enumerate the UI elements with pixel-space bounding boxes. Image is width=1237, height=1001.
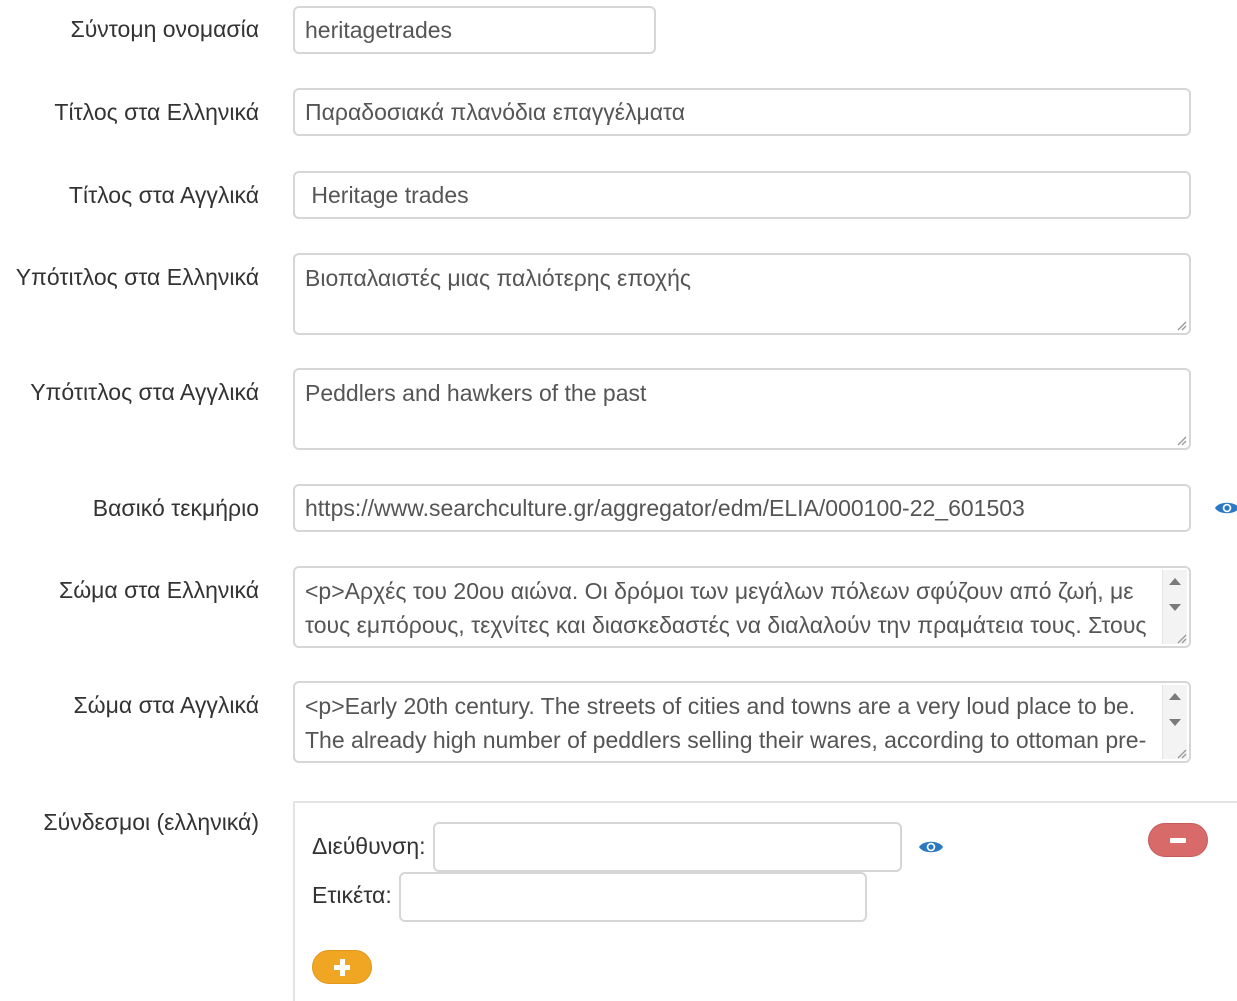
resize-handle-icon[interactable] [1175, 434, 1187, 446]
body-en-label: Σώμα στα Αγγλικά [73, 692, 259, 718]
subtitle-el-label: Υπότιτλος στα Ελληνικά [15, 264, 259, 290]
body-en-textarea[interactable]: <p>Early 20th century. The streets of ci… [293, 681, 1191, 763]
eye-icon[interactable] [918, 839, 944, 855]
link-tag-input[interactable] [399, 872, 867, 922]
scroll-up-icon[interactable] [1169, 578, 1181, 585]
link-tag-label: Ετικέτα: [312, 882, 392, 908]
body-el-text: <p>Αρχές του 20ου αιώνα. Οι δρόμοι των μ… [305, 578, 1147, 638]
resize-handle-icon[interactable] [1175, 747, 1187, 759]
short-name-input[interactable] [293, 6, 656, 54]
body-el-label: Σώμα στα Ελληνικά [58, 577, 259, 603]
title-el-input[interactable] [293, 88, 1191, 136]
subtitle-el-text: Βιοπαλαιστές μιας παλιότερης εποχής [305, 265, 691, 291]
title-el-label: Τίτλος στα Ελληνικά [54, 99, 259, 125]
minus-icon [1170, 838, 1186, 843]
main-item-label: Βασικό τεκμήριο [92, 495, 259, 521]
remove-link-button[interactable] [1148, 823, 1208, 857]
title-en-label: Τίτλος στα Αγγλικά [68, 182, 259, 208]
subtitle-en-label: Υπότιτλος στα Αγγλικά [30, 379, 259, 405]
scroll-down-icon[interactable] [1169, 719, 1181, 726]
link-address-input[interactable] [433, 822, 902, 872]
body-el-textarea[interactable]: <p>Αρχές του 20ου αιώνα. Οι δρόμοι των μ… [293, 566, 1191, 648]
short-name-label: Σύντομη ονομασία [70, 16, 259, 42]
scroll-up-icon[interactable] [1169, 693, 1181, 700]
title-en-input[interactable] [293, 171, 1191, 219]
eye-icon[interactable] [1214, 500, 1237, 516]
resize-handle-icon[interactable] [1175, 632, 1187, 644]
link-address-label: Διεύθυνση: [312, 833, 426, 859]
subtitle-en-textarea[interactable]: Peddlers and hawkers of the past [293, 368, 1191, 450]
add-link-button[interactable] [312, 950, 372, 984]
links-el-label: Σύνδεσμοι (ελληνικά) [43, 809, 259, 835]
resize-handle-icon[interactable] [1175, 319, 1187, 331]
body-en-text: <p>Early 20th century. The streets of ci… [305, 693, 1147, 753]
subtitle-el-textarea[interactable]: Βιοπαλαιστές μιας παλιότερης εποχής [293, 253, 1191, 335]
scroll-down-icon[interactable] [1169, 604, 1181, 611]
subtitle-en-text: Peddlers and hawkers of the past [305, 380, 647, 406]
main-item-input[interactable] [293, 484, 1191, 532]
